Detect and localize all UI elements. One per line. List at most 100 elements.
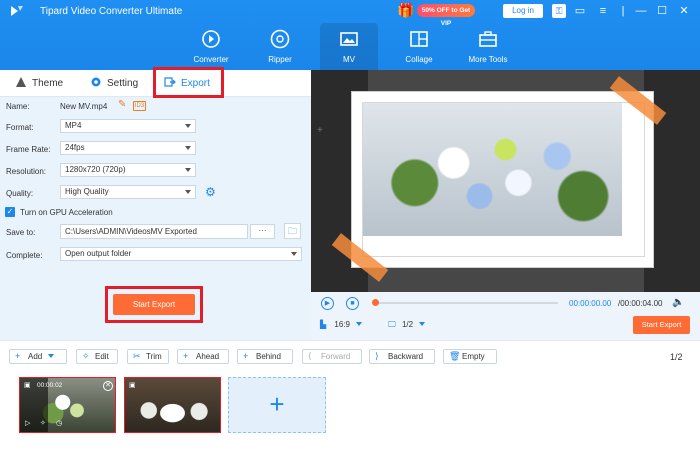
chevron-down-icon [291,252,297,256]
forward-icon: ⟨ [308,351,312,361]
theme-icon [16,77,26,87]
behind-icon: + [243,351,249,361]
backward-label: Backward [388,352,424,361]
id3-icon[interactable]: ID3 [133,101,146,111]
format-select[interactable]: MP4 [60,119,196,133]
promo-badge[interactable]: 50% OFF to Get VIP [417,4,475,27]
close-icon[interactable]: ✕ [103,381,113,391]
login-button[interactable]: Log in [503,4,543,18]
browse-button[interactable]: ··· [250,224,275,239]
behind-button[interactable]: + Behind [237,349,293,364]
chevron-down-icon [185,146,191,150]
maximize-icon[interactable]: ☐ [655,4,669,18]
ahead-button[interactable]: + Ahead [177,349,229,364]
current-time: 00:00:00.00 [569,299,612,308]
empty-button[interactable]: 🗑 Empty [443,349,497,364]
clip-item[interactable]: ▣ 00:00:02 ✕ ▷ ✧ ◷ [19,377,116,433]
nav-label: Ripper [268,55,292,64]
tab-label: Theme [32,78,64,89]
nav-label: More Tools [468,55,508,64]
nav-label: Collage [405,55,433,64]
volume-icon[interactable]: 🔈 [672,297,684,309]
frame-rate-value: 24fps [65,143,85,152]
menu-icon[interactable]: ≡ [596,4,610,18]
image-icon: ▣ [24,382,31,389]
tab-setting[interactable]: Setting [90,70,138,97]
ripper-icon [270,29,290,49]
complete-select[interactable]: Open output folder [60,247,302,261]
magic-wand-icon[interactable]: ✧ [40,419,46,427]
edit-icon[interactable]: ✎ [118,100,128,110]
ahead-icon: + [183,351,189,361]
aspect-ratio-icon: ▙ [320,320,327,329]
add-button[interactable]: + Add [9,349,67,364]
nav-mv[interactable]: MV [320,23,378,70]
plus-icon: + [15,351,21,361]
collage-icon [410,31,428,47]
format-value: MP4 [65,121,82,130]
nav-more-tools[interactable]: More Tools [459,23,517,70]
chevron-down-icon [355,322,362,326]
save-path-input[interactable]: C:\Users\ADMIN\VideosMV Exported [60,224,248,239]
chevron-down-icon [185,124,191,128]
chevron-down-icon [185,168,191,172]
clip-item[interactable]: ▣ [124,377,221,433]
start-export-button[interactable]: Start Export [113,294,195,315]
gpu-checkbox[interactable]: ✓ [5,207,15,217]
seek-handle[interactable] [372,299,379,306]
chevron-down-icon [185,190,191,194]
quality-settings-gear-icon[interactable]: ⚙ [205,186,217,198]
quality-label: Quality: [6,189,34,198]
page-select[interactable]: 🖵 1/2 [388,320,426,330]
play-icon[interactable]: ▶ [321,297,334,310]
add-clip-slot[interactable]: + [228,377,326,433]
nav-converter[interactable]: Converter [182,23,240,70]
minimize-icon[interactable]: — [634,4,648,18]
forward-button[interactable]: ⟨ Forward [302,349,362,364]
monitor-icon: 🖵 [388,320,396,329]
forward-label: Forward [321,352,351,361]
key-icon[interactable]: ⚿ [552,4,566,18]
start-export-preview-button[interactable]: Start Export [633,316,690,334]
frame-rate-select[interactable]: 24fps [60,141,196,155]
complete-label: Complete: [6,251,43,260]
preview-image [363,103,622,236]
seek-bar[interactable] [376,302,558,304]
folder-icon: 🗀 [287,226,297,236]
chat-icon[interactable]: ▭ [573,4,587,18]
format-label: Format: [6,123,34,132]
nav-collage[interactable]: Collage [390,23,448,70]
close-icon[interactable]: ✕ [677,4,691,18]
open-folder-button[interactable]: 🗀 [284,223,301,239]
scissors-icon: ✂ [133,351,141,361]
quality-value: High Quality [65,187,109,196]
quality-select[interactable]: High Quality [60,185,196,199]
resolution-value: 1280x720 (720p) [65,165,126,174]
trash-icon: 🗑 [449,351,461,361]
app-title: Tipard Video Converter Ultimate [40,6,183,17]
chevron-down-icon [48,354,55,358]
trim-label: Trim [146,352,162,361]
edit-button[interactable]: ✧ Edit [76,349,118,364]
play-icon[interactable]: ▷ [25,419,30,427]
magic-wand-icon: ✧ [82,351,90,361]
nav-ripper[interactable]: Ripper [251,23,309,70]
frame-rate-label: Frame Rate: [6,145,51,154]
toolbox-icon [479,31,497,47]
chevron-down-icon [419,322,426,326]
clip-duration: 00:00:02 [37,382,63,389]
name-value: New MV.mp4 [60,102,108,111]
trim-button[interactable]: ✂ Trim [127,349,169,364]
clock-icon[interactable]: ◷ [56,419,62,427]
tab-theme[interactable]: Theme [15,70,63,97]
backward-button[interactable]: ⟩ Backward [369,349,435,364]
gift-icon[interactable]: 🎁 [397,2,414,18]
empty-label: Empty [462,352,485,361]
stop-icon[interactable]: ■ [346,297,359,310]
divider: | [621,5,625,17]
behind-label: Behind [256,352,281,361]
title-bar: Tipard Video Converter Ultimate 🎁 50% OF… [0,0,700,70]
gpu-label: Turn on GPU Acceleration [20,208,113,217]
aspect-ratio-select[interactable]: ▙ 16:9 [320,320,362,329]
resolution-select[interactable]: 1280x720 (720p) [60,163,196,177]
